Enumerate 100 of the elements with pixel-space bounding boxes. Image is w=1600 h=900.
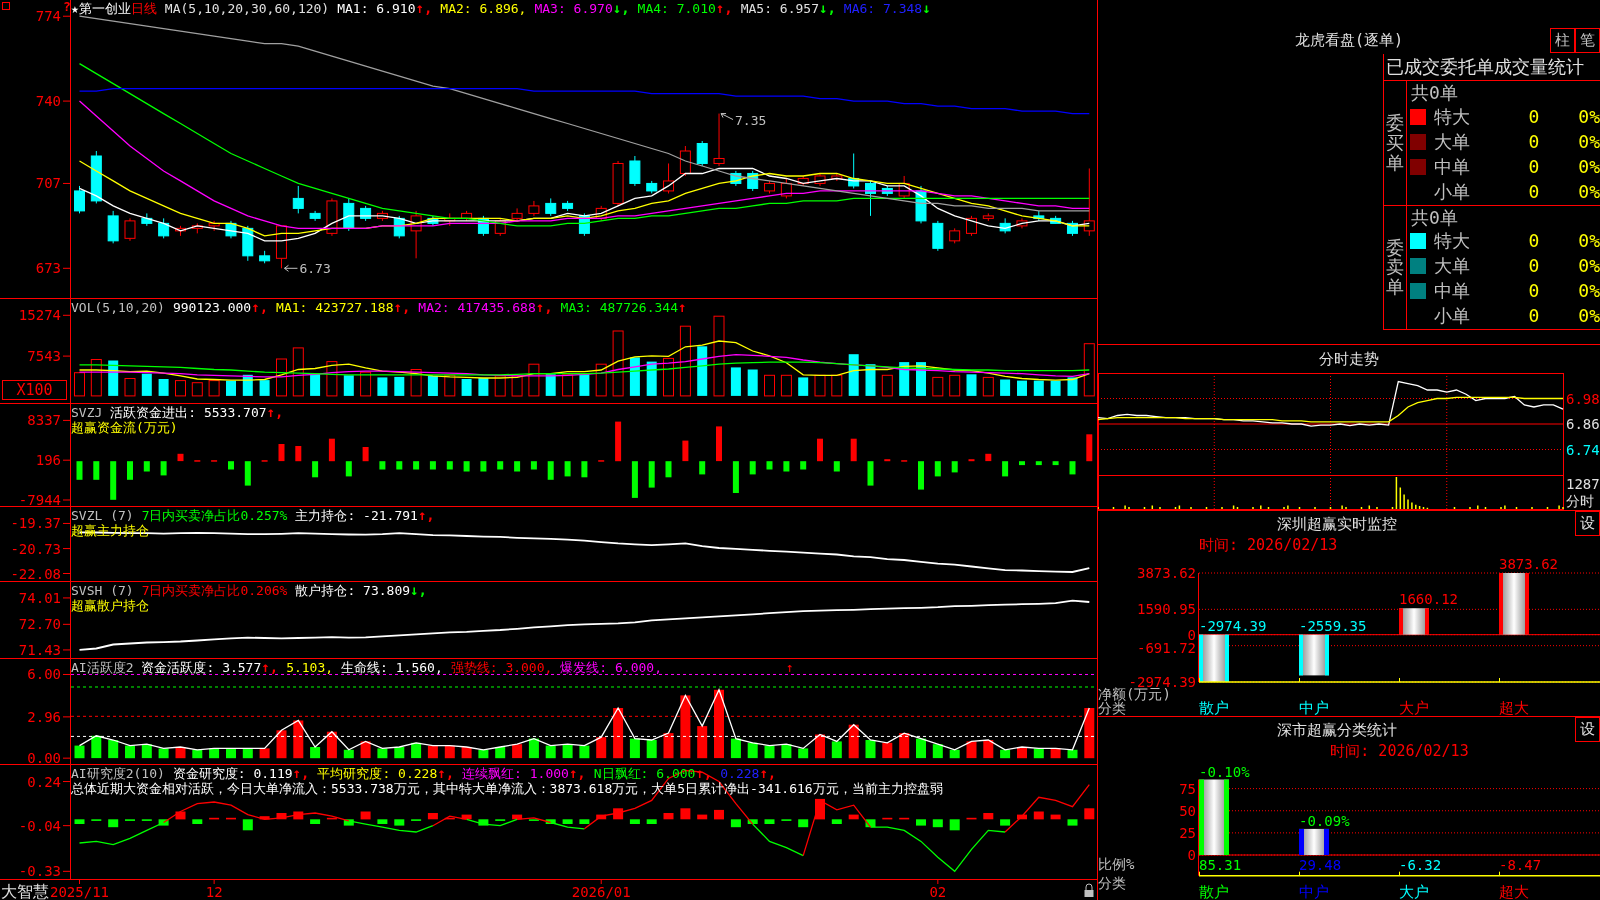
axis-label: 2.96 <box>27 708 61 725</box>
panel-title: 深圳超赢实时监控 <box>1276 514 1397 535</box>
order-count: 0 <box>1527 305 1541 327</box>
trend-arrow: ↑, <box>437 766 455 781</box>
legend-item: SVSH (7) <box>71 583 134 598</box>
trend-arrow: ↓, <box>819 1 836 16</box>
legend-item: 生命线: 1.560, <box>341 660 443 675</box>
legend-item: 990123.000 <box>172 300 252 315</box>
axis-label: 6.98 <box>1566 390 1600 407</box>
legend-item: MA1: 423727.188 <box>276 300 394 315</box>
order-size-label: 特大 <box>1434 105 1471 128</box>
order-percent: 0% <box>1577 255 1600 277</box>
trend-arrow: ↑, <box>568 766 586 781</box>
date-label: 2026/01 <box>571 884 631 900</box>
stock-title: ★第一创业日线 <box>71 1 157 16</box>
category-label: 散户 <box>1199 883 1229 900</box>
value-label: 3873.62 <box>1499 556 1558 572</box>
volume-scale-label: 1287 <box>1566 476 1600 492</box>
legend-item: 7日内买卖净占比0.206% <box>141 583 288 598</box>
order-total: 共0单 <box>1410 205 1459 229</box>
axis-label: -0.04 <box>18 817 61 834</box>
legend-item: MA6: 7.348 <box>843 1 923 16</box>
value-label: -2974.39 <box>1199 617 1267 634</box>
trend-arrow: ↑, <box>393 300 411 315</box>
trend-arrow: ↑, <box>266 405 284 420</box>
legend-item: SVZL (7) <box>71 508 134 523</box>
axis-label: 3873.62 <box>1137 565 1196 581</box>
order-size-label: 中单 <box>1434 155 1471 178</box>
stats-title: 已成交委托单成交量统计 <box>1384 54 1600 81</box>
category-label: 散户 <box>1199 699 1229 716</box>
order-size-label: 小单 <box>1434 305 1471 327</box>
category-label: 中户 <box>1299 699 1329 716</box>
order-size-label: 小单 <box>1434 180 1471 203</box>
legend-item: VOL(5,10,20) <box>71 300 165 315</box>
order-count: 0 <box>1527 230 1541 252</box>
legend-item: 5.103, <box>286 660 334 675</box>
legend-item: 资金活跃度: 3.577 <box>141 660 262 675</box>
order-percent: 0% <box>1577 305 1600 327</box>
axis-label: 0 <box>1187 847 1196 863</box>
value-label: -6.32 <box>1399 857 1442 873</box>
legend-item: 活跃资金进出: 5533.707 <box>110 405 267 420</box>
order-count: 0 <box>1527 130 1541 153</box>
trend-arrow: ↑, <box>251 300 269 315</box>
legend-item: 散户持仓: 73.809 <box>295 583 411 598</box>
legend-item: 0.228 <box>720 766 760 781</box>
timestamp: 时间: 2026/02/13 <box>1329 743 1470 759</box>
change-percent-label: -0.09% <box>1299 812 1350 829</box>
category-label: 超大 <box>1499 883 1529 900</box>
indicator-title: 超赢散户持仓 <box>71 598 149 613</box>
brand-name: 大智慧 <box>1 882 49 900</box>
axis-label: 673 <box>35 260 61 277</box>
order-count: 0 <box>1527 155 1541 178</box>
legend-item: MA3: 6.970 <box>534 1 613 16</box>
value-label: -2559.35 <box>1299 617 1367 634</box>
group-label: 委卖单 <box>1386 237 1404 297</box>
axis-label: 740 <box>35 93 61 110</box>
trend-arrow: ↑, <box>292 766 310 781</box>
order-count: 0 <box>1527 255 1541 277</box>
signal-arrow: ↑ <box>786 660 794 675</box>
legend-item: AI活跃度2 <box>71 660 134 675</box>
axis-label: 74.01 <box>18 589 61 606</box>
value-label: 85.31 <box>1199 857 1242 873</box>
axis-label: -19.37 <box>10 515 61 532</box>
axis-label: -0.33 <box>18 863 61 880</box>
legend-item: MA5: 6.957 <box>740 1 819 16</box>
trend-arrow: ↑, <box>759 766 777 781</box>
trend-arrow: ↓, <box>612 1 630 16</box>
trend-arrow: ↓, <box>410 583 427 598</box>
axis-label: 8337 <box>27 412 61 429</box>
unit-label: 分时 <box>1566 493 1594 509</box>
legend-item: SVZJ <box>71 405 103 420</box>
legend-item: MA4: 7.010 <box>637 1 716 16</box>
legend-item: 爆发线: 6.000, <box>560 660 662 675</box>
axis-label: 6.74 <box>1566 441 1600 458</box>
axis-label: 25 <box>1179 824 1196 841</box>
order-total: 共0单 <box>1410 81 1459 104</box>
order-count: 0 <box>1527 105 1541 128</box>
corner-mark: ? <box>63 0 71 14</box>
legend-item: 7日内买卖净占比0.257% <box>141 508 288 523</box>
legend-item: MA1: 6.910 <box>337 1 416 16</box>
order-size-label: 大单 <box>1434 130 1471 153</box>
order-size-label: 大单 <box>1434 255 1471 277</box>
legend-item: AI研究度2(10) <box>71 766 165 781</box>
panel-title: 深市超赢分类统计 <box>1276 720 1397 741</box>
axis-title: 分类 <box>1098 875 1126 891</box>
legend-item: 强势线: 3.000, <box>450 660 553 675</box>
order-percent: 0% <box>1577 230 1600 252</box>
axis-label: 50 <box>1179 802 1196 819</box>
trend-arrow: ↑ <box>678 300 687 315</box>
trend-arrow: ↑, <box>261 660 279 675</box>
value-label: -8.47 <box>1499 857 1542 873</box>
axis-label: 707 <box>35 175 61 192</box>
value-label: 29.48 <box>1299 857 1342 873</box>
category-label: 中户 <box>1299 883 1329 900</box>
group-label: 委买单 <box>1386 113 1404 173</box>
order-percent: 0% <box>1577 105 1600 128</box>
trend-arrow: ↓ <box>922 1 931 16</box>
indicator-title: 超赢资金流(万元) <box>71 420 178 435</box>
axis-label: 6.00 <box>27 666 61 683</box>
legend-item: MA(5,10,20,30,60,120) <box>164 1 330 16</box>
